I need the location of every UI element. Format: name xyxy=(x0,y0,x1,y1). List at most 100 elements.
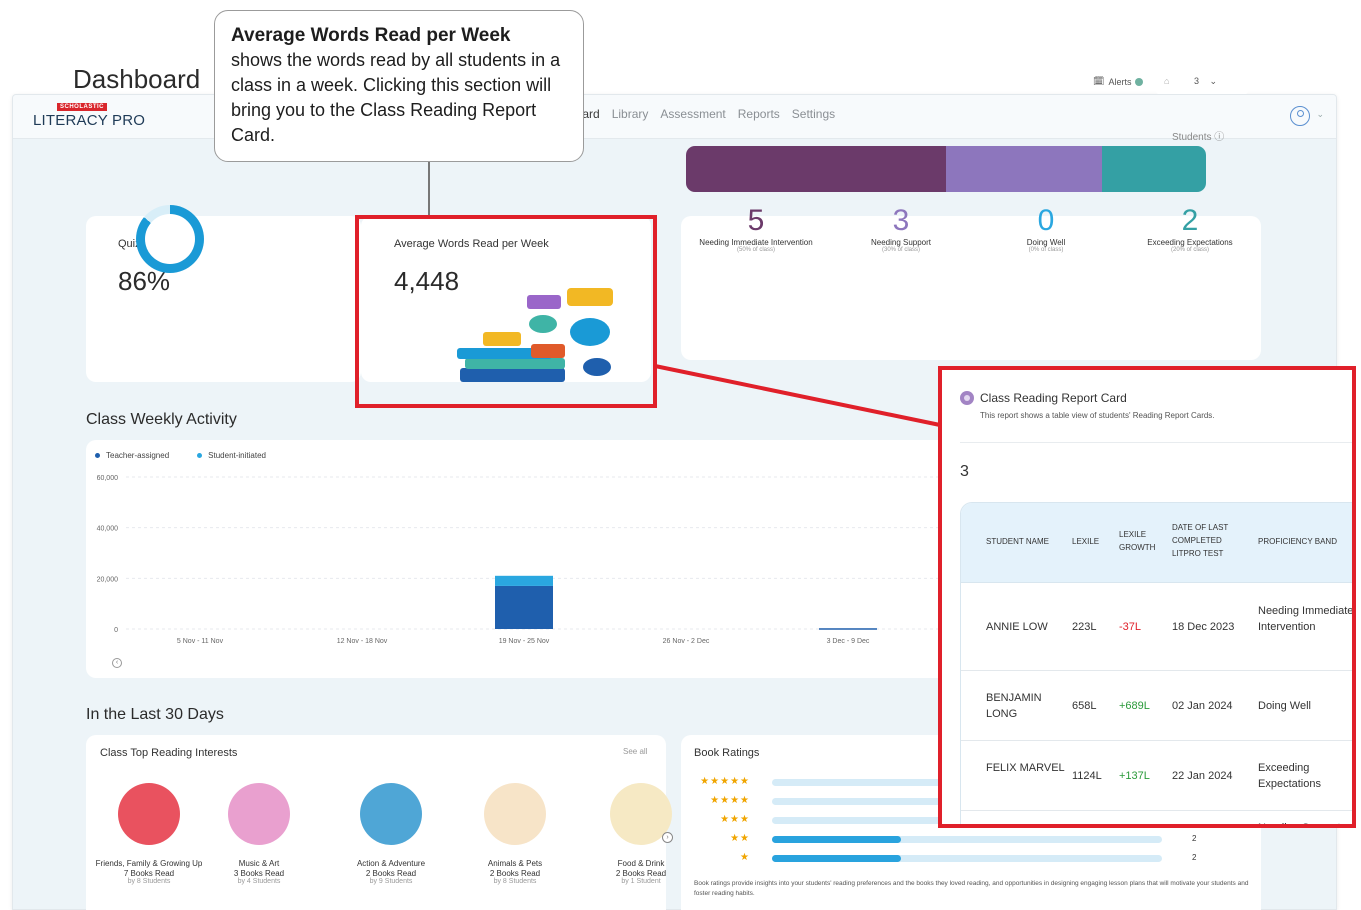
bar-student-initiated[interactable] xyxy=(495,575,553,586)
proficiency-band-cell: Needing Support xyxy=(1258,822,1341,828)
last-test-date-cell: 02 Jan 2024 xyxy=(1172,700,1233,712)
class-select[interactable]: ⌂ 3 ⌄ xyxy=(1156,70,1248,94)
lexile-growth-cell: +689L xyxy=(1119,700,1150,712)
interest-books-read: 3 Books Read xyxy=(233,869,285,878)
band-support[interactable]: 3 Needing Support (30% of class) xyxy=(831,204,971,254)
alerts-button[interactable]: 🗓 Alerts xyxy=(1093,76,1144,87)
student-name-cell[interactable]: ANNIE LOW xyxy=(986,619,1066,635)
interest-image xyxy=(228,783,290,845)
x-tick-label: 26 Nov - 2 Dec xyxy=(663,638,710,645)
col-lexile-growth[interactable]: LEXILE GROWTH xyxy=(1119,528,1163,554)
brand-label: SCHOLASTIC xyxy=(57,103,107,111)
rating-bar-fill xyxy=(772,855,901,862)
rating-row: ★★ 2 xyxy=(690,834,1230,844)
table-row[interactable]: BENJAMIN LONG 658L +689L 02 Jan 2024 Doing W… xyxy=(961,671,1352,741)
divider xyxy=(960,442,1352,443)
rating-bar-fill xyxy=(772,836,901,843)
literacy-pro-logo[interactable]: SCHOLASTIC LITERACY PRO xyxy=(33,103,145,131)
report-table: STUDENT NAME LEXILE LEXILE GROWTH DATE O… xyxy=(960,502,1354,828)
student-name-cell[interactable]: FELIX MARVEL xyxy=(986,760,1066,776)
user-avatar-icon[interactable] xyxy=(1290,106,1310,126)
col-student-name[interactable]: STUDENT NAME xyxy=(986,535,1049,548)
legend-teacher-assigned[interactable]: Teacher-assigned xyxy=(95,451,169,460)
table-row[interactable]: FELIX MARVEL 1124L +137L 22 Jan 2024 Exceedi… xyxy=(961,741,1352,811)
interest-item[interactable]: Music & Art 3 Books Read by 4 Students xyxy=(204,783,314,885)
interest-image xyxy=(360,783,422,845)
table-row[interactable]: ANNIE LOW 223L -37L 18 Dec 2023 Needing Imme… xyxy=(961,583,1354,671)
band-label: Needing Support xyxy=(870,238,932,247)
band-intervention[interactable]: 5 Needing Immediate Intervention (50% of… xyxy=(686,206,826,254)
band-count: 3 xyxy=(892,204,910,237)
last-test-date-cell: 22 Jan 2024 xyxy=(1172,770,1233,782)
interest-name: Music & Art xyxy=(238,859,280,868)
band-label: Needing Immediate Intervention xyxy=(699,238,813,247)
star-rating-icon: ★★★★★ xyxy=(700,776,750,787)
interest-image xyxy=(118,783,180,845)
nav-library[interactable]: Library xyxy=(612,107,649,121)
activity-chart: 60,000 40,000 20,000 0 5 Nov - 11 Nov 12 Nov … xyxy=(97,475,946,645)
rating-bar-track xyxy=(772,836,1162,843)
lexile-cell: 223L xyxy=(1072,621,1097,633)
interest-students: by 8 Students xyxy=(493,878,537,885)
y-tick-label: 60,000 xyxy=(97,475,119,482)
student-name-cell[interactable]: BENJAMIN LONG xyxy=(986,690,1066,722)
band-doing-well[interactable]: 0 Doing Well (0% of class) xyxy=(976,204,1116,254)
interest-name: Friends, Family & Growing Up xyxy=(95,859,203,868)
proficiency-band-cell: Needing Immediate Intervention xyxy=(1258,605,1354,633)
nav-settings[interactable]: Settings xyxy=(792,107,835,121)
report-icon xyxy=(960,391,974,405)
col-proficiency-band[interactable]: PROFICIENCY BAND xyxy=(1258,535,1352,548)
band-exceeding[interactable]: 2 Exceeding Expectations (20% of class) xyxy=(1120,206,1260,254)
words-illustration xyxy=(457,288,613,382)
interest-name: Food & Drink xyxy=(617,859,665,868)
interest-item[interactable]: Action & Adventure 2 Books Read by 9 Stude… xyxy=(336,783,446,885)
interest-students: by 9 Students xyxy=(369,878,413,885)
carousel-next-icon[interactable]: › xyxy=(662,832,673,843)
col-lexile[interactable]: LEXILE xyxy=(1072,535,1099,548)
band-percent: (0% of class) xyxy=(1028,247,1064,253)
callout-box: Average Words Read per Week shows the wo… xyxy=(214,10,584,162)
bar-segment-intervention[interactable] xyxy=(686,146,946,192)
last-test-date-cell: 18 Dec 2023 xyxy=(1172,621,1235,633)
chevron-down-icon[interactable]: ⌄ xyxy=(1316,109,1324,120)
students-label: Students ⓘ xyxy=(1172,132,1225,143)
interest-books-read: 2 Books Read xyxy=(365,869,417,878)
see-all-link[interactable]: See all xyxy=(623,747,647,756)
report-title: Class Reading Report Card xyxy=(980,391,1127,405)
nav-assessment[interactable]: Assessment xyxy=(660,107,725,121)
bar-teacher-assigned[interactable] xyxy=(819,628,877,630)
table-row[interactable]: JEAN TODD284L-23 Nov 2023Needing Support xyxy=(961,811,1352,828)
callout-leader-line xyxy=(428,162,430,216)
alert-indicator xyxy=(1135,77,1144,86)
table-body: ANNIE LOW 223L -37L 18 Dec 2023 Needing Imme… xyxy=(961,583,1354,828)
col-last-test-date[interactable]: DATE OF LAST COMPLETED LITPRO TEST xyxy=(1172,521,1242,560)
avg-words-label: Average Words Read per Week xyxy=(394,238,549,250)
band-label: Doing Well xyxy=(1026,238,1066,247)
interest-item[interactable]: Friends, Family & Growing Up 7 Books Read… xyxy=(94,783,204,885)
star-rating-icon: ★★★★ xyxy=(710,795,750,806)
class-select-value: 3 xyxy=(1193,76,1199,86)
y-tick-label: 0 xyxy=(114,627,118,634)
rating-bar-track xyxy=(772,855,1162,862)
bar-segment-support[interactable] xyxy=(946,146,1102,192)
band-count: 0 xyxy=(1037,204,1055,237)
interest-item[interactable]: Food & Drink 2 Books Read by 1 Student xyxy=(586,783,696,885)
interest-books-read: 7 Books Read xyxy=(123,869,175,878)
interest-item[interactable]: Animals & Pets 2 Books Read by 8 Students xyxy=(460,783,570,885)
lexile-cell: 1124L xyxy=(1072,770,1102,782)
interest-students: by 8 Students xyxy=(127,878,171,885)
bar-segment-exceeding[interactable] xyxy=(1102,146,1206,192)
quiz-pass-rate-donut xyxy=(136,205,204,273)
legend-student-initiated[interactable]: Student-initiated xyxy=(197,451,266,460)
bar-teacher-assigned[interactable] xyxy=(495,585,553,629)
stage: SCHOLASTIC LITERACY PRO Dashboard Librar… xyxy=(0,0,1361,910)
nav-reports[interactable]: Reports xyxy=(738,107,780,121)
chart-prev-icon[interactable]: ‹ xyxy=(112,658,122,668)
callout-body: shows the words read by all students in … xyxy=(231,50,561,145)
lexile-growth-cell: -37L xyxy=(1119,621,1142,633)
reading-interests-title: Class Top Reading Interests xyxy=(100,747,238,759)
main-nav: Dashboard Library Assessment Reports Set… xyxy=(541,107,835,121)
class-icon: ⌂ xyxy=(1164,76,1170,86)
students-proficiency-bar[interactable] xyxy=(686,146,1206,192)
activity-legend: Teacher-assigned Student-initiated xyxy=(95,451,266,460)
